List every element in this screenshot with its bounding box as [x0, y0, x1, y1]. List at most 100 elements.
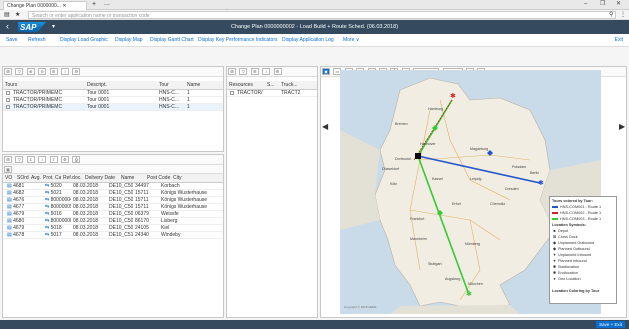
row-checkbox[interactable] — [6, 105, 10, 109]
table-row[interactable]: ▤ 4677⇆ 8000000508.03.2018DE10_C50215711… — [3, 204, 223, 211]
close-icon[interactable]: ✕ — [62, 3, 66, 9]
refdoc-cell-text: 5020 — [50, 183, 62, 189]
more-button[interactable]: More ∨ — [343, 37, 359, 43]
table-row[interactable]: ▤ 4679⇆ 501608.03.2018DE10_C50406379Weis… — [3, 211, 223, 218]
name-cell: DE10_C510 — [107, 232, 133, 238]
table-row[interactable]: TRACTOR/PRIMEMC Tour 0001 HNS-C... 1 — [3, 97, 223, 104]
tab-more-button[interactable]: ... — [104, 0, 110, 7]
col-avg[interactable]: Avg. — [29, 174, 41, 182]
col-refdoc[interactable]: Ref.doc. — [61, 174, 83, 182]
name-cell-text: DE10_C504 — [109, 211, 133, 217]
table-row[interactable]: TRACTOR/PRIMEMC Tour 0001 HNS-C... 1 — [3, 90, 223, 97]
settings-icon[interactable]: ⚙ — [60, 156, 69, 163]
end-location-marker[interactable]: ✱ — [450, 92, 456, 100]
post-code-cell-text: 86170 — [135, 218, 149, 224]
depot-marker[interactable] — [415, 153, 421, 159]
menu-icon[interactable]: ⋮ — [620, 11, 626, 19]
col-descript[interactable]: Descript. — [85, 81, 157, 89]
col-cat[interactable]: Cat — [53, 174, 61, 182]
minimize-button[interactable]: – — [584, 0, 587, 9]
collapse-icon[interactable]: ⊖ — [38, 68, 47, 75]
col-name[interactable]: Name — [119, 174, 145, 182]
sum-icon[interactable]: Σ — [26, 156, 35, 163]
refresh-button[interactable]: Refresh — [28, 37, 46, 43]
sidebar-toggle-icon[interactable]: ▤ — [4, 11, 10, 19]
delivery-date-cell-text: 08.03.2018 — [73, 225, 99, 231]
col-tour[interactable]: Tour — [157, 81, 185, 89]
settings-icon[interactable]: ⚙ — [273, 68, 282, 75]
legend-symbol-label: Depot — [558, 229, 569, 233]
vo-cell-text: 4681 — [13, 183, 25, 189]
col-vo[interactable]: VO — [3, 174, 15, 182]
display-kpi-button[interactable]: Display Key Performance Indicators — [198, 37, 277, 43]
col-post-code[interactable]: Post Code — [145, 174, 171, 182]
sort-icon[interactable]: ↕ — [60, 68, 69, 75]
export-icon[interactable]: ⇪ — [49, 156, 58, 163]
display-application-log-button[interactable]: Display Application Log — [282, 37, 334, 43]
display-load-graphic-button[interactable]: Display Load Graphic — [60, 37, 108, 43]
layout-icon[interactable]: ▦ — [4, 166, 12, 173]
details-icon[interactable]: ☰ — [250, 68, 259, 75]
new-tab-button[interactable]: + — [92, 1, 96, 8]
save-button[interactable]: Save — [6, 37, 17, 43]
select-all-icon[interactable]: ⊞ — [4, 156, 12, 163]
end-location-marker[interactable]: ✱ — [538, 179, 544, 187]
post-code-cell-text: 24105 — [135, 225, 149, 231]
descript-cell: Tour 0001 — [87, 97, 110, 103]
col-truck[interactable]: Truck... — [279, 81, 309, 89]
table-row[interactable]: TRACTOR/ TRACT2 — [227, 90, 317, 97]
name-cell: DE10_C504 — [107, 211, 133, 217]
col-resources[interactable]: Resources — [227, 81, 265, 89]
search-icon[interactable]: ⚲ — [609, 11, 613, 19]
city-label: Frankfurt — [410, 217, 424, 221]
city-label: Mannheim — [410, 237, 427, 241]
col-city[interactable]: City — [171, 174, 217, 182]
table-row[interactable]: ▤ 4680⇆ 8000000608.03.2018DE10_C50586170… — [3, 218, 223, 225]
filter-icon[interactable]: ▽ — [15, 68, 24, 75]
map-pan-right-icon[interactable]: ▶ — [619, 122, 625, 131]
col-sord[interactable]: SOrd. — [15, 174, 29, 182]
table-row[interactable]: ▤ 4678⇆ 501708.03.2018DE10_C51024340Wind… — [3, 232, 223, 239]
row-checkbox[interactable] — [6, 98, 10, 102]
end-location-marker[interactable]: ✱ — [466, 290, 472, 298]
expand-icon[interactable]: ⊕ — [26, 68, 35, 75]
maximize-button[interactable]: ❐ — [600, 0, 605, 9]
filter-icon[interactable]: ▽ — [15, 156, 24, 163]
map-view-icon[interactable]: ▣ — [322, 68, 330, 75]
delivery-date-cell: 08.03.2018 — [71, 197, 107, 203]
city-label: Nürnberg — [465, 242, 480, 246]
link-icon: ⇆ — [45, 218, 51, 224]
table-row[interactable]: ▤ 4679⇆ 501808.03.2018DE10_C50624105Kiel — [3, 225, 223, 232]
settings-icon[interactable]: ⚙ — [72, 68, 81, 75]
col-name[interactable]: Name — [185, 81, 215, 89]
table-row[interactable]: TRACTOR/PRIMEMC Tour 0001 HNS-C... 1 — [3, 104, 223, 111]
table-row[interactable]: ▤ 4676⇆ 8000000408.03.2018DE10_C50215711… — [3, 197, 223, 204]
display-map-button[interactable]: Display Map — [115, 37, 143, 43]
vo-cell: ▤ 4679 — [3, 225, 41, 231]
map-copyright: Copyright © 2018 HERE — [344, 305, 377, 309]
details-icon[interactable]: ☰ — [49, 68, 58, 75]
display-gantt-chart-button[interactable]: Display Gantt Chart — [150, 37, 194, 43]
filter-icon[interactable]: ▽ — [239, 68, 248, 75]
row-checkbox[interactable] — [230, 91, 234, 95]
table-row[interactable]: ▤ 4681⇆ 502008.03.2018DE10_C50134497Korb… — [3, 183, 223, 190]
table-row[interactable]: ▤ 4682⇆ 502108.03.2018DE10_C50215711Köni… — [3, 190, 223, 197]
select-all-icon[interactable]: ⊞ — [228, 68, 236, 75]
legend-swatch — [552, 206, 558, 208]
save-exit-button[interactable]: Save + Exit — [596, 321, 625, 328]
print-icon[interactable]: ⎙ — [72, 156, 81, 163]
sort-icon[interactable]: ↕ — [38, 156, 47, 163]
exit-button[interactable]: Exit — [615, 37, 623, 43]
browser-tab[interactable]: Change Plan 0000000... ✕ — [3, 1, 87, 10]
map-pan-left-icon[interactable]: ◀ — [322, 122, 328, 131]
search-input[interactable]: Search or enter application name or tran… — [28, 11, 616, 19]
col-tours[interactable]: Tours — [3, 81, 85, 89]
col-delivery-date[interactable]: Delivery Date — [83, 174, 119, 182]
select-all-icon[interactable]: ⊞ — [4, 68, 12, 75]
row-checkbox[interactable] — [6, 91, 10, 95]
col-s[interactable]: S... — [265, 81, 279, 89]
favorite-star-icon[interactable]: ★ — [15, 11, 20, 19]
close-window-button[interactable]: ✕ — [616, 0, 621, 9]
sort-icon[interactable]: ↕ — [262, 68, 271, 75]
col-prot[interactable]: Prot. — [41, 174, 53, 182]
